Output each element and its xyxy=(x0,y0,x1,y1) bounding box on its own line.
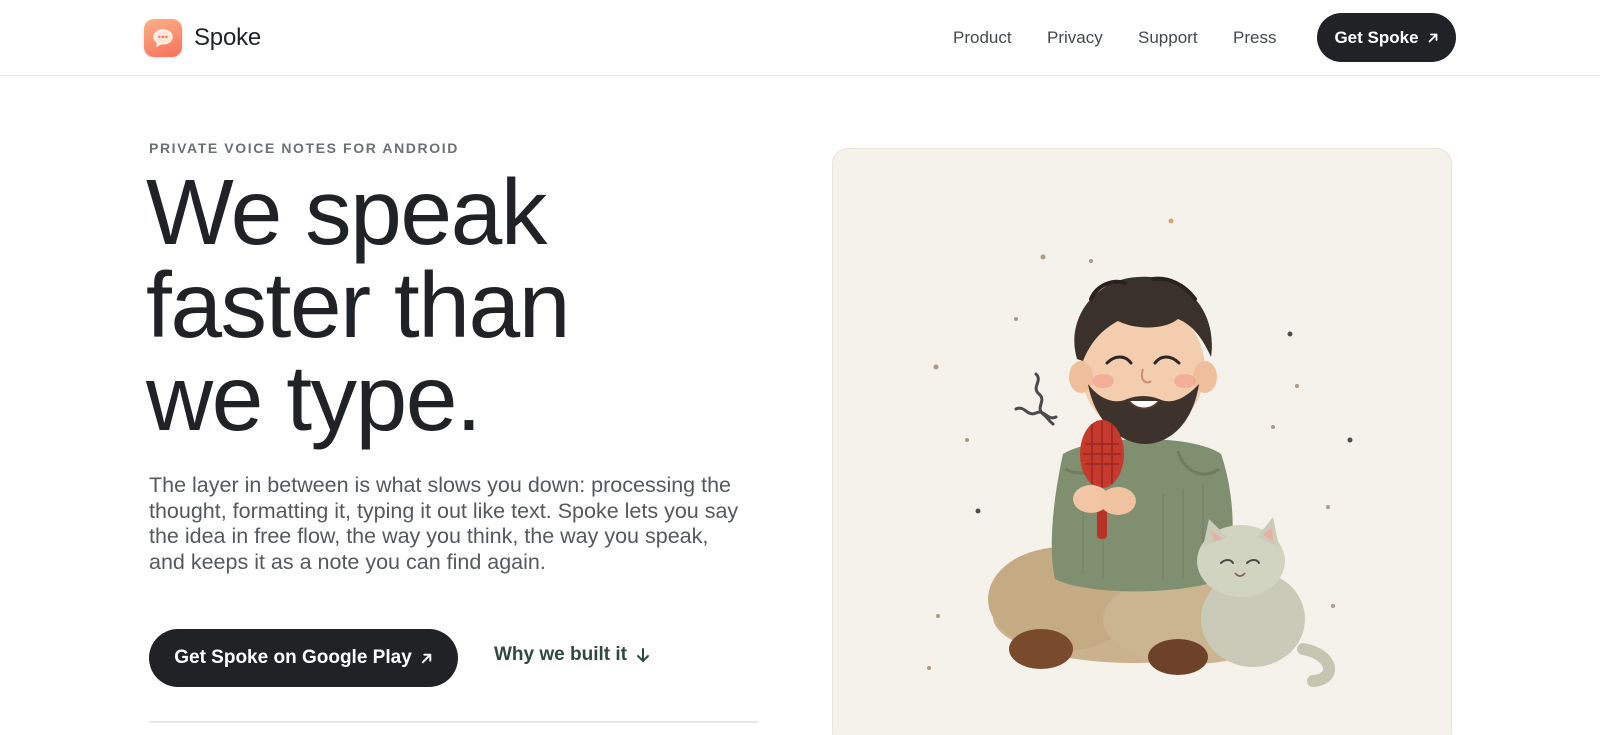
headline-line-3: we type. xyxy=(146,346,482,450)
speech-bubble-icon xyxy=(144,19,182,57)
nav-link-support[interactable]: Support xyxy=(1138,24,1198,52)
headline-line-1: We speak xyxy=(146,160,547,264)
nav-link-press[interactable]: Press xyxy=(1233,24,1276,52)
why-we-built-it-label: Why we built it xyxy=(494,644,627,665)
get-spoke-button-label: Get Spoke xyxy=(1334,27,1419,47)
get-spoke-button[interactable]: Get Spoke xyxy=(1317,13,1456,62)
section-divider xyxy=(149,721,758,723)
brand-home-link[interactable]: Spoke xyxy=(144,18,261,58)
man-with-microphone-and-cat-illustration xyxy=(927,218,1353,687)
google-play-button-label: Get Spoke on Google Play xyxy=(174,647,412,668)
why-we-built-it-link[interactable]: Why we built it xyxy=(494,644,650,666)
arrow-up-right-icon xyxy=(420,652,433,665)
headline-line-2: faster than xyxy=(146,253,570,357)
hero-headline: We speak faster than we type. xyxy=(146,166,706,445)
top-navigation-bar: Spoke Product Privacy Support Press Get … xyxy=(0,0,1600,76)
hero-description: The layer in between is what slows you d… xyxy=(149,473,739,574)
arrow-up-right-icon xyxy=(1427,32,1439,44)
nav-link-product[interactable]: Product xyxy=(953,24,1012,52)
nav-link-privacy[interactable]: Privacy xyxy=(1047,24,1103,52)
google-play-button[interactable]: Get Spoke on Google Play xyxy=(149,629,458,687)
hero-illustration xyxy=(832,148,1452,735)
hero-eyebrow: PRIVATE VOICE NOTES FOR ANDROID xyxy=(149,140,459,156)
brand-name: Spoke xyxy=(194,24,262,51)
arrow-down-icon xyxy=(636,647,650,663)
